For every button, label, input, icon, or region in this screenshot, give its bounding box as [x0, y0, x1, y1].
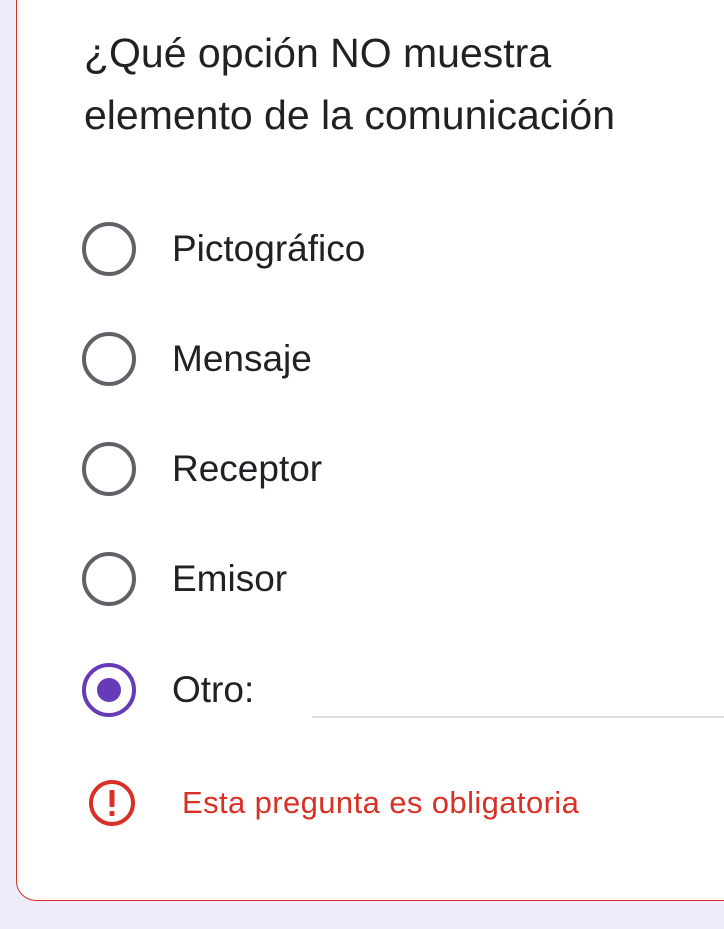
- radio-button[interactable]: [82, 332, 136, 386]
- radio-button[interactable]: [82, 552, 136, 606]
- option-receptor[interactable]: Receptor: [82, 437, 724, 501]
- option-label: Pictográfico: [172, 228, 366, 269]
- option-label: Mensaje: [172, 338, 312, 379]
- other-text-input[interactable]: [312, 682, 724, 718]
- option-label: Emisor: [172, 558, 288, 599]
- option-otro[interactable]: Otro:: [82, 658, 724, 722]
- validation-error: Esta pregunta es obligatoria: [88, 776, 708, 830]
- option-label: Otro:: [172, 669, 255, 710]
- radio-selected-dot: [97, 678, 121, 702]
- option-pictografico[interactable]: Pictográfico: [82, 217, 724, 281]
- radio-button[interactable]: [82, 222, 136, 276]
- error-message: Esta pregunta es obligatoria: [182, 785, 580, 820]
- alert-icon: [89, 780, 135, 826]
- radio-button-selected[interactable]: [82, 663, 136, 717]
- option-label: Receptor: [172, 448, 323, 489]
- option-emisor[interactable]: Emisor: [82, 547, 724, 611]
- option-mensaje[interactable]: Mensaje: [82, 327, 724, 391]
- radio-button[interactable]: [82, 442, 136, 496]
